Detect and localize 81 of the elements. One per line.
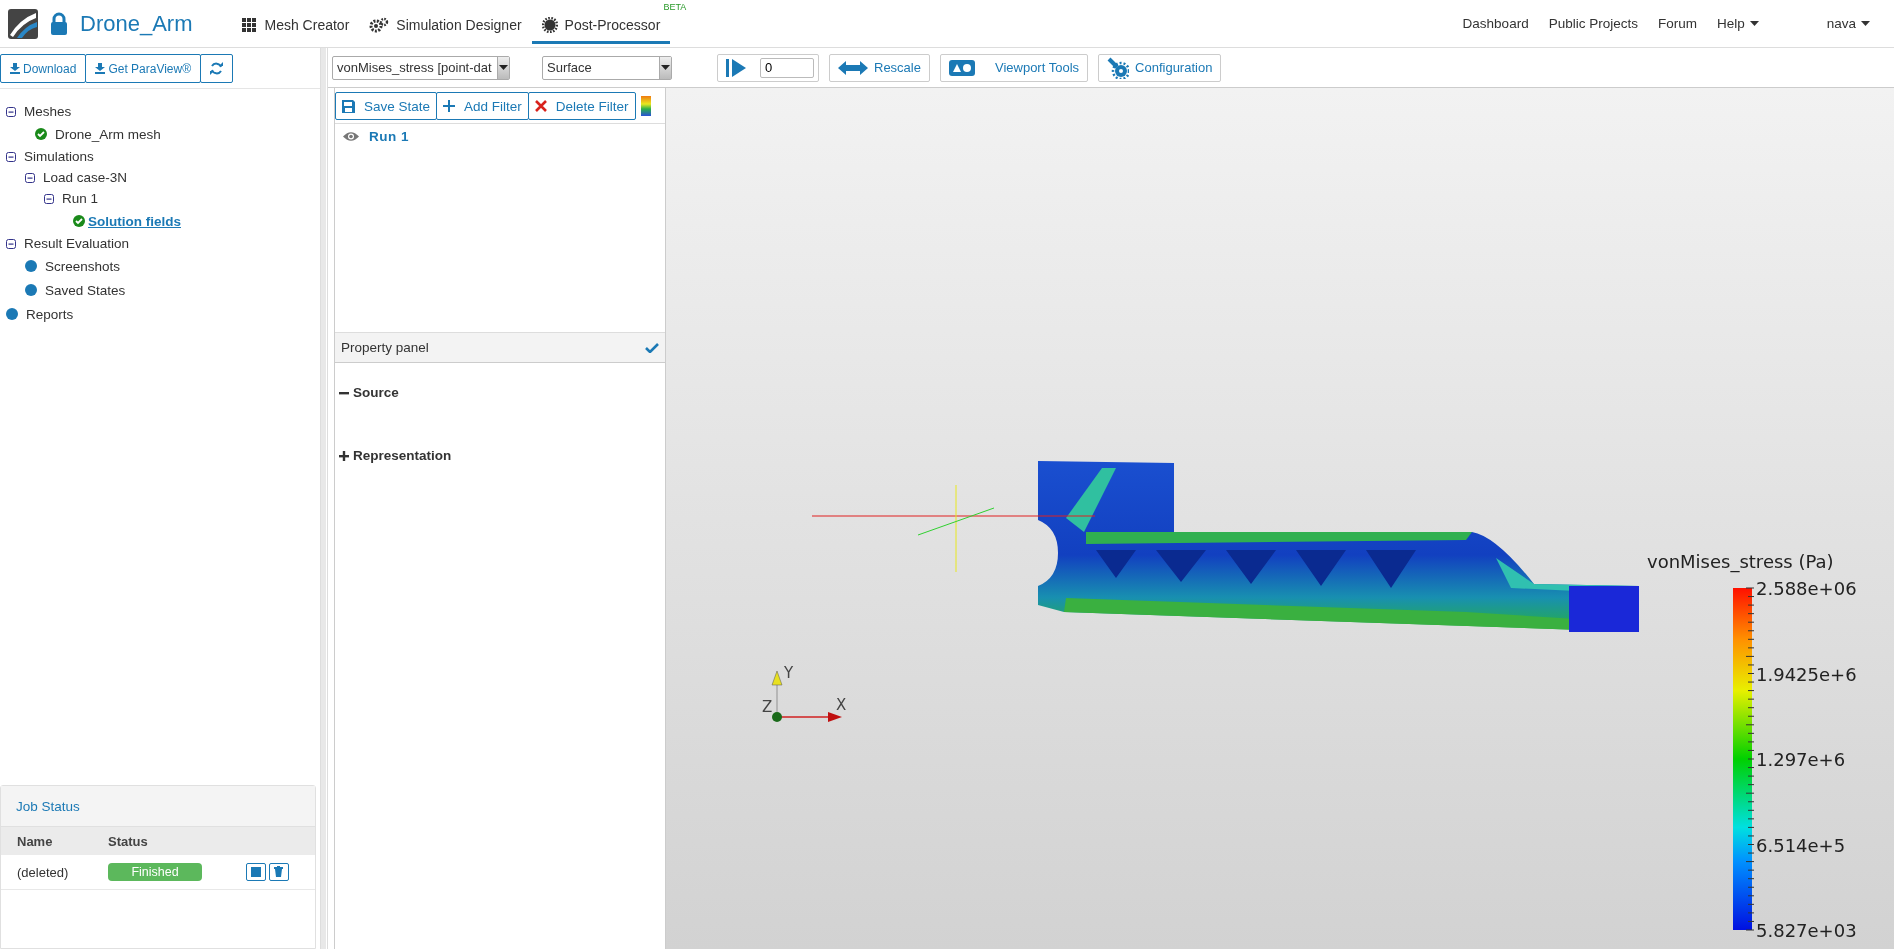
save-icon (342, 99, 355, 113)
delete-button[interactable] (268, 862, 289, 881)
nav-tab[interactable]: Simulation Designer (359, 9, 532, 44)
axis-label: Z (762, 698, 773, 716)
check-circle-icon (73, 215, 85, 227)
axis-label: Y (784, 664, 794, 682)
caret-icon (499, 64, 508, 71)
column-header: Status (92, 827, 230, 855)
representation-dropdown[interactable]: Surface (542, 55, 672, 80)
nav-link[interactable]: Forum (1657, 16, 1697, 31)
column-header: Name (1, 827, 93, 855)
caret-icon (1861, 20, 1870, 27)
nav-tab[interactable]: Mesh Creator (232, 9, 360, 44)
panel-title: Property panel (341, 340, 429, 355)
grid-icon (242, 17, 258, 33)
scale-label: 1.9425e+6 (1756, 663, 1857, 685)
panel-title: Job Status (1, 786, 315, 827)
axis-label: X (836, 696, 847, 714)
tree-item[interactable]: Result Evaluation (24, 236, 130, 251)
time-field[interactable]: 0 (760, 57, 814, 78)
download-button[interactable]: Download (0, 54, 87, 83)
user-menu[interactable]: nava (1826, 16, 1870, 31)
download-button[interactable]: Get ParaView® (85, 54, 202, 83)
stop-button[interactable] (245, 863, 266, 882)
check-circle-icon (35, 128, 47, 140)
dot-icon (25, 260, 37, 272)
project-title[interactable]: Drone_Arm (80, 10, 193, 37)
trash-icon (274, 866, 284, 878)
scale-label: 5.827e+03 (1756, 920, 1857, 941)
save-state-button[interactable]: Save State (335, 92, 438, 120)
tree-item[interactable]: Drone_Arm mesh (55, 126, 161, 142)
tree-item[interactable]: Load case-3N (43, 170, 128, 185)
nav-link[interactable]: Public Projects (1548, 16, 1638, 31)
scale-label: 2.588e+06 (1756, 578, 1857, 599)
table-cell: (deleted) (1, 855, 93, 890)
dot-icon (6, 308, 18, 320)
tree-item[interactable]: Screenshots (45, 258, 121, 274)
delete-filter-button[interactable]: Delete Filter (527, 92, 636, 120)
gears-icon (369, 17, 390, 33)
caret-icon (661, 64, 670, 71)
double-arrow-icon (838, 60, 868, 75)
refresh-icon (210, 62, 224, 75)
section-toggle[interactable]: Source (335, 385, 665, 400)
tree-item[interactable]: Solution fields (88, 213, 181, 229)
status-badge: Finished (108, 863, 203, 881)
section-toggle[interactable]: Representation (335, 448, 665, 463)
delete-icon (534, 100, 547, 112)
tree-item[interactable]: Saved States (45, 282, 126, 298)
viewport-button[interactable]: Viewport Tools (939, 53, 1089, 82)
scale-label: 1.297e+6 (1756, 749, 1846, 770)
plus-icon (443, 100, 456, 112)
help-menu[interactable]: Help (1716, 16, 1759, 31)
download-icon (10, 63, 20, 74)
config-button[interactable]: Configuration (1098, 53, 1222, 82)
caret-icon (1749, 20, 1759, 27)
play-button[interactable] (726, 58, 746, 77)
stop-icon (250, 867, 261, 878)
shapes-icon (948, 59, 975, 76)
pipeline-item[interactable]: Run 1 (369, 129, 409, 144)
download-icon (95, 63, 106, 74)
scale-label: 6.514e+5 (1756, 834, 1846, 856)
colormap-icon (640, 96, 651, 116)
rescale-button[interactable]: Rescale (829, 53, 930, 82)
legend-title: vonMises_stress (Pa) (1647, 551, 1834, 572)
nav-link[interactable]: Dashboard (1462, 16, 1529, 31)
refresh-button[interactable] (200, 54, 234, 83)
beta-label: BETA (663, 1, 687, 12)
add-filter-button[interactable]: Add Filter (436, 92, 529, 120)
field-dropdown[interactable]: vonMises_stress [point-dat (332, 55, 510, 80)
tree-item[interactable]: Reports (26, 306, 74, 322)
logo-icon (8, 8, 38, 39)
tree-item[interactable]: Simulations (24, 149, 94, 164)
tree-item[interactable]: Meshes (24, 104, 72, 119)
gear-icon (541, 17, 558, 33)
tree-item[interactable]: Run 1 (62, 191, 99, 206)
lock-icon (50, 11, 68, 36)
play-icon (726, 58, 746, 77)
nav-tab[interactable]: Post-Processor (531, 9, 671, 44)
check-icon (645, 342, 659, 353)
dot-icon (25, 284, 37, 296)
gear-wrench-icon (1107, 56, 1130, 79)
